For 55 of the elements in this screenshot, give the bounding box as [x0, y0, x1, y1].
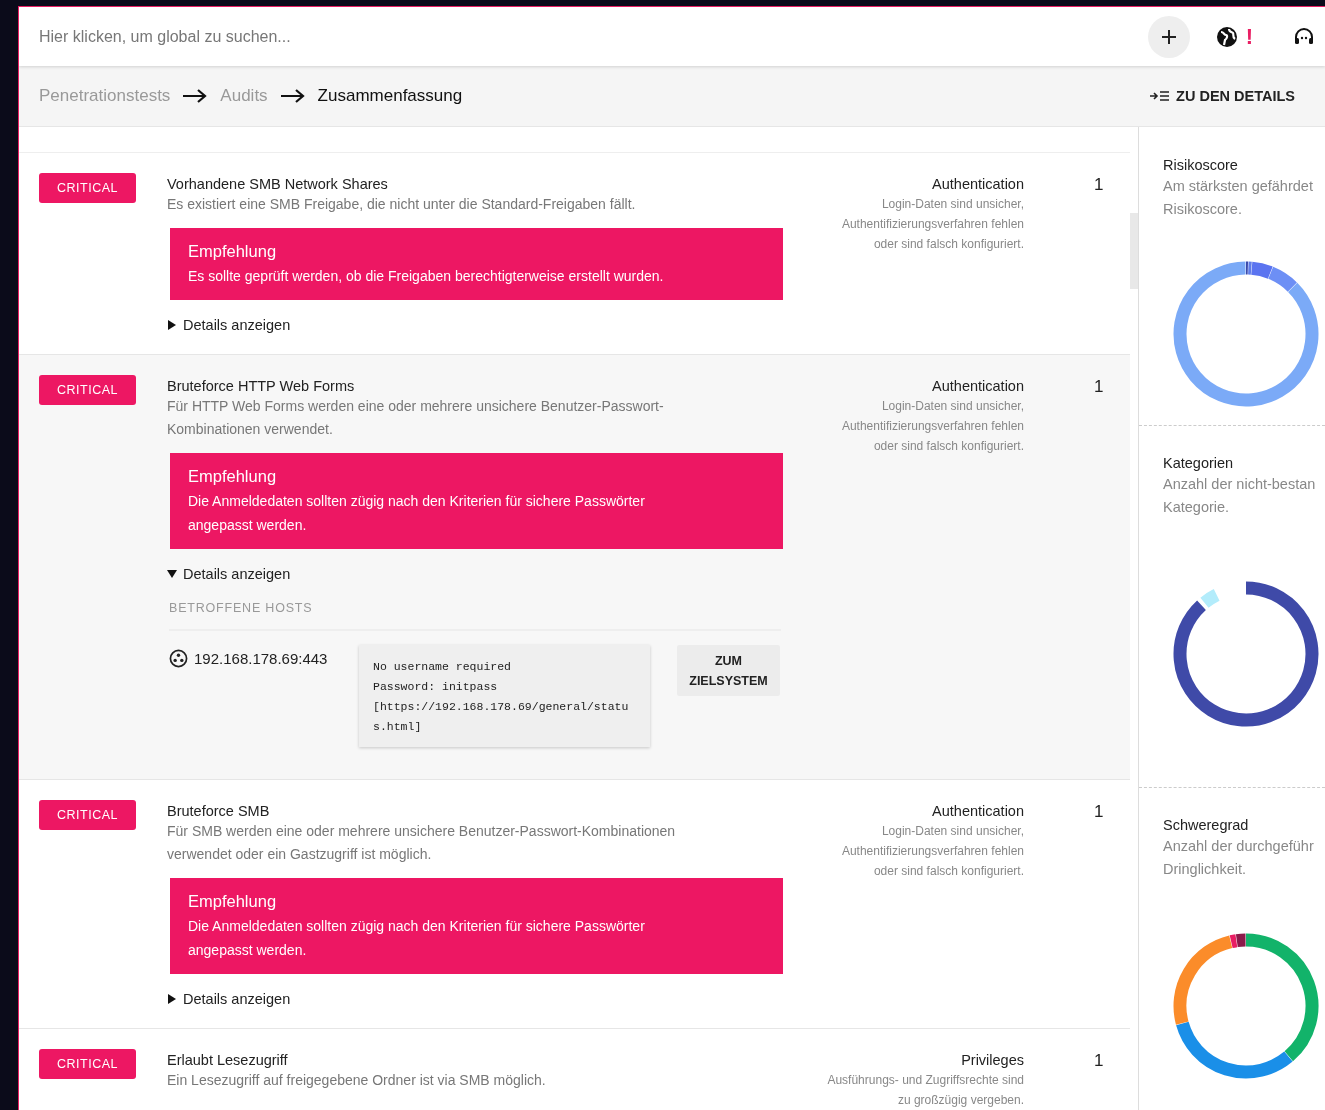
- target-system-button[interactable]: ZUM ZIELSYSTEM: [677, 645, 780, 696]
- evidence-box: No username required Password: initpass [https://192.168.178.69/general/status.html]: [359, 645, 650, 747]
- severity-badge: CRITICAL: [39, 800, 136, 830]
- category-description: Login-Daten sind unsicher, Authentifizierungsverfahren fehlen oder sind falsch konfiguriert.: [840, 196, 1024, 253]
- details-toggle[interactable]: Details anzeigen: [167, 566, 291, 582]
- finding-description: Ein Lesezugriff auf freigegebene Ordner ist via SMB möglich.: [167, 1071, 547, 1090]
- details-toggle[interactable]: Details anzeigen: [167, 317, 291, 333]
- severity-badge: CRITICAL: [39, 375, 136, 405]
- category-name: Authentication: [931, 378, 1024, 394]
- recommendation-title: Empfehlung: [188, 892, 278, 911]
- category-description: Login-Daten sind unsicher, Authentifizierungsverfahren fehlen oder sind falsch konfiguriert.: [840, 823, 1024, 880]
- severity-badge: CRITICAL: [39, 173, 136, 203]
- alert-indicator: !: [1245, 23, 1253, 50]
- finding-count: 1: [1094, 175, 1104, 196]
- category-name: Authentication: [931, 176, 1024, 192]
- category-description: Login-Daten sind unsicher, Authentifizierungsverfahren fehlen oder sind falsch konfiguriert.: [840, 398, 1024, 455]
- search-field[interactable]: Hier klicken, um global zu suchen...: [39, 27, 1148, 46]
- finding-description: Für SMB werden eine oder mehrere unsichere Benutzer-Passwort-Kombinationen verwendet oder ein Gastzugriff ist möglich.: [167, 822, 677, 864]
- finding-title: Bruteforce SMB: [167, 803, 271, 819]
- finding-title: Vorhandene SMB Network Shares: [167, 176, 389, 192]
- recommendation-text: Die Anmeldedaten sollten zügig nach den Kriterien für sichere Passwörter angepasst werden.: [188, 917, 646, 960]
- triangle-icon: [167, 320, 177, 330]
- network-icon: [169, 649, 188, 668]
- triangle-icon: [167, 994, 177, 1004]
- recommendation-title: Empfehlung: [188, 242, 278, 261]
- recommendation-title: Empfehlung: [188, 467, 278, 486]
- category-name: Privileges: [960, 1052, 1024, 1068]
- indent-icon: [1150, 90, 1171, 102]
- finding-title: Bruteforce HTTP Web Forms: [167, 378, 356, 394]
- recommendation-text: Es sollte geprüft werden, ob die Freigaben berechtigterweise erstellt wurden.: [188, 267, 665, 286]
- chart-title: Risikoscore: [1163, 157, 1239, 173]
- details-toggle[interactable]: Details anzeigen: [167, 991, 291, 1007]
- category-name: Authentication: [931, 803, 1024, 819]
- finding-description: Es existiert eine SMB Freigabe, die nicht unter die Standard-Freigaben fällt.: [167, 195, 637, 214]
- arrow-icon: [279, 88, 306, 104]
- severity-badge: CRITICAL: [39, 1049, 136, 1079]
- triangle-icon: [167, 569, 177, 579]
- finding-count: 1: [1094, 802, 1104, 823]
- chart-description: Am stärksten gefährdet Risikoscore.: [1163, 177, 1314, 219]
- finding-count: 1: [1094, 1051, 1104, 1072]
- scrollbar-thumb[interactable]: [1130, 213, 1138, 289]
- chart-description: Anzahl der nicht-bestan Kategorie.: [1163, 475, 1317, 517]
- chart-title: Kategorien: [1163, 455, 1235, 471]
- host-address: 192.168.178.69:443: [194, 650, 328, 667]
- finding-description: Für HTTP Web Forms werden eine oder mehrere unsichere Benutzer-Passwort-Kombinationen verwendet.: [167, 397, 665, 439]
- recommendation-text: Die Anmeldedaten sollten zügig nach den Kriterien für sichere Passwörter angepasst werden.: [188, 492, 646, 535]
- details-link-button[interactable]: ZU DEN DETAILS: [1150, 82, 1295, 110]
- category-description: Ausführungs- und Zugriffsrechte sind zu großzügig vergeben.: [826, 1072, 1024, 1109]
- chart-description: Anzahl der durchgeführ Dringlichkeit.: [1163, 837, 1315, 879]
- chart-title: Schweregrad: [1163, 817, 1250, 833]
- arrow-icon: [182, 88, 209, 104]
- hosts-heading: BETROFFENE HOSTS: [169, 601, 781, 631]
- finding-count: 1: [1094, 377, 1104, 398]
- plus-icon: [1160, 28, 1177, 45]
- finding-title: Erlaubt Lesezugriff: [167, 1052, 289, 1068]
